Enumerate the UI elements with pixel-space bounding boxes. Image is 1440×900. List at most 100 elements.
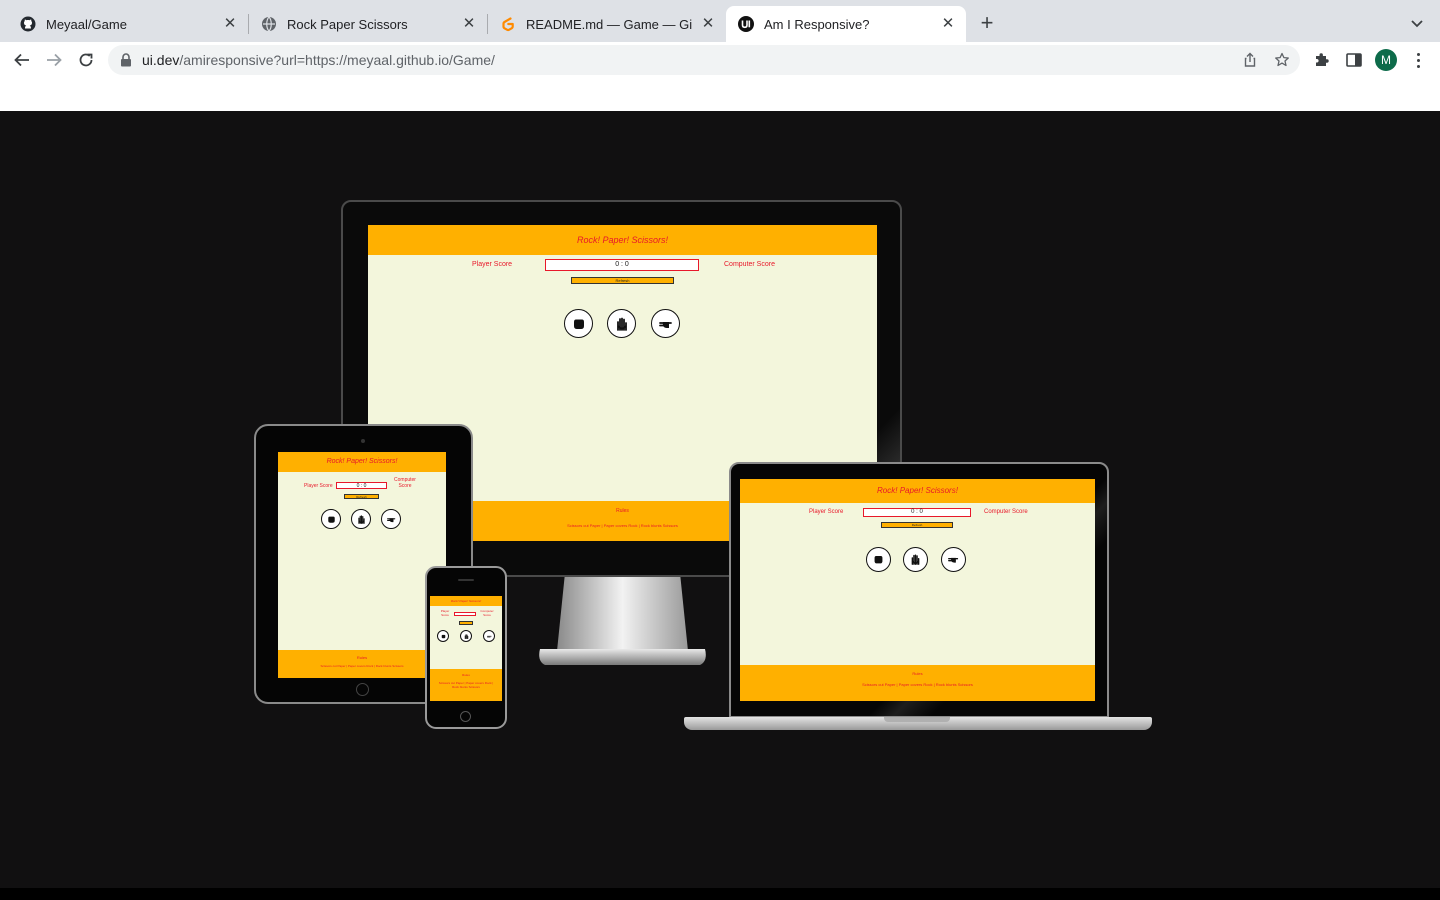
- score-display: [454, 612, 476, 616]
- tablet-screen: Rock! Paper! Scissors! Player Score 0 : …: [278, 452, 446, 678]
- player-score-label: Player Score: [304, 483, 333, 489]
- rules-text: Scissors cut Paper | Paper covers Rock |…: [320, 664, 404, 668]
- tab-readme-gitpod[interactable]: README.md — Game — Gitpod ✕: [488, 6, 726, 42]
- refresh-button[interactable]: Refresh: [571, 277, 674, 284]
- browser-toolbar: ui.dev/amiresponsive?url=https://meyaal.…: [0, 42, 1440, 78]
- close-icon[interactable]: ✕: [940, 16, 956, 32]
- scissors-icon: [658, 321, 672, 328]
- tablet-camera: [361, 439, 365, 443]
- rock-icon: [573, 319, 584, 329]
- game-header: Rock! Paper! Scissors!: [740, 479, 1095, 503]
- close-icon[interactable]: ✕: [700, 16, 716, 32]
- share-icon[interactable]: [1242, 52, 1258, 68]
- rules-footer: Rules Scissors cut Paper | Paper covers …: [278, 650, 446, 678]
- monitor-stand: [539, 573, 706, 665]
- browser-menu-icon[interactable]: [1412, 51, 1424, 69]
- rules-text: Scissors cut Paper | Paper covers Rock |…: [438, 681, 494, 689]
- laptop-notch: [884, 717, 950, 722]
- rock-button[interactable]: [564, 309, 593, 338]
- scissors-button[interactable]: [381, 509, 401, 529]
- scissors-button[interactable]: [941, 547, 966, 572]
- address-bar[interactable]: ui.dev/amiresponsive?url=https://meyaal.…: [108, 45, 1300, 75]
- rock-button[interactable]: [437, 630, 449, 642]
- extensions-puzzle-icon[interactable]: [1313, 51, 1331, 69]
- back-button[interactable]: [10, 48, 34, 72]
- side-panel-icon[interactable]: [1345, 51, 1363, 69]
- score-display: 0 : 0: [336, 482, 387, 489]
- scissors-icon: [386, 517, 395, 522]
- tab-rock-paper-scissors[interactable]: Rock Paper Scissors ✕: [249, 6, 487, 42]
- gitpod-icon: [500, 16, 516, 32]
- new-tab-button[interactable]: +: [976, 12, 998, 35]
- phone-speaker: [458, 579, 474, 581]
- tablet-home-button: [356, 683, 369, 696]
- url-path: /amiresponsive?url=https://meyaal.github…: [179, 52, 495, 68]
- tab-am-i-responsive[interactable]: Am I Responsive? ✕: [726, 6, 966, 42]
- player-score-label: Player Score: [809, 509, 844, 515]
- score-display: 0 : 0: [863, 508, 971, 517]
- globe-icon: [261, 16, 277, 32]
- rock-button[interactable]: [866, 547, 891, 572]
- close-icon[interactable]: ✕: [222, 16, 238, 32]
- paper-icon: [616, 317, 627, 331]
- player-score-label: Player Score: [472, 261, 513, 268]
- refresh-button[interactable]: Refresh: [881, 522, 953, 528]
- rock-icon: [441, 634, 445, 638]
- phone-home-button: [460, 711, 471, 722]
- tab-github[interactable]: Meyaal/Game ✕: [8, 6, 248, 42]
- lock-icon[interactable]: [120, 53, 132, 72]
- rules-title: Rules: [462, 673, 470, 677]
- game-header: Rock! Paper! Scissors!: [278, 452, 446, 472]
- rock-button[interactable]: [321, 509, 341, 529]
- computer-score-label: Computer Score: [724, 261, 775, 268]
- computer-score-label: Computer Score: [984, 509, 1028, 515]
- paper-icon: [357, 514, 365, 524]
- rules-title: Rules: [912, 671, 923, 676]
- tab-label: Am I Responsive?: [764, 16, 870, 32]
- page-top-banner: [0, 78, 1440, 111]
- tab-label: Rock Paper Scissors: [287, 16, 408, 32]
- laptop-screen: Rock! Paper! Scissors! Player Score 0 : …: [740, 479, 1095, 701]
- paper-icon: [911, 554, 920, 565]
- rock-icon: [874, 555, 883, 564]
- reload-button[interactable]: [74, 48, 98, 72]
- rules-text: Scissors cut Paper | Paper covers Rock |…: [862, 682, 973, 687]
- tab-label: Meyaal/Game: [46, 16, 127, 32]
- scissors-icon: [486, 635, 492, 637]
- rules-title: Rules: [356, 655, 368, 660]
- bottom-edge: [0, 888, 1440, 900]
- close-icon[interactable]: ✕: [461, 16, 477, 32]
- device-preview-stage: Rock! Paper! Scissors! Player Score 0 : …: [0, 111, 1440, 888]
- url-host: ui.dev: [142, 52, 180, 68]
- paper-button[interactable]: [903, 547, 928, 572]
- forward-button[interactable]: [42, 48, 66, 72]
- scissors-icon: [948, 557, 959, 563]
- rules-footer: Rules Scissors cut Paper | Paper covers …: [740, 665, 1095, 701]
- computer-score-text: Computer Score: [394, 477, 416, 489]
- tab-search-chevron-icon[interactable]: [1408, 14, 1426, 32]
- computer-score-label: Computer Score: [392, 477, 418, 489]
- score-display: 0 : 0: [545, 259, 699, 271]
- bookmark-star-icon[interactable]: [1274, 52, 1290, 68]
- paper-button[interactable]: [607, 309, 636, 338]
- paper-button[interactable]: [460, 630, 472, 642]
- profile-avatar[interactable]: M: [1375, 49, 1397, 71]
- rules-footer: Rules Scissors cut Paper | Paper covers …: [430, 669, 502, 701]
- computer-score-text: Computer Score: [480, 609, 494, 617]
- url-text: ui.dev/amiresponsive?url=https://meyaal.…: [142, 52, 495, 68]
- rock-icon: [327, 516, 335, 523]
- refresh-button[interactable]: [459, 621, 473, 625]
- phone-screen: Rock! Paper! Scissors! Player Score Comp…: [430, 596, 502, 701]
- tab-label: README.md — Game — Gitpod: [526, 16, 692, 32]
- paper-icon: [464, 633, 468, 639]
- game-header: Rock! Paper! Scissors!: [368, 225, 877, 255]
- github-icon: [20, 16, 36, 32]
- scissors-button[interactable]: [651, 309, 680, 338]
- tab-strip: Meyaal/Game ✕ Rock Paper Scissors ✕ READ…: [0, 0, 1440, 42]
- computer-score-label: Computer Score: [478, 609, 496, 617]
- refresh-button[interactable]: Refresh: [344, 494, 379, 499]
- player-score-text: Player Score: [440, 609, 450, 617]
- game-header: Rock! Paper! Scissors!: [430, 596, 502, 606]
- paper-button[interactable]: [351, 509, 371, 529]
- scissors-button[interactable]: [483, 630, 495, 642]
